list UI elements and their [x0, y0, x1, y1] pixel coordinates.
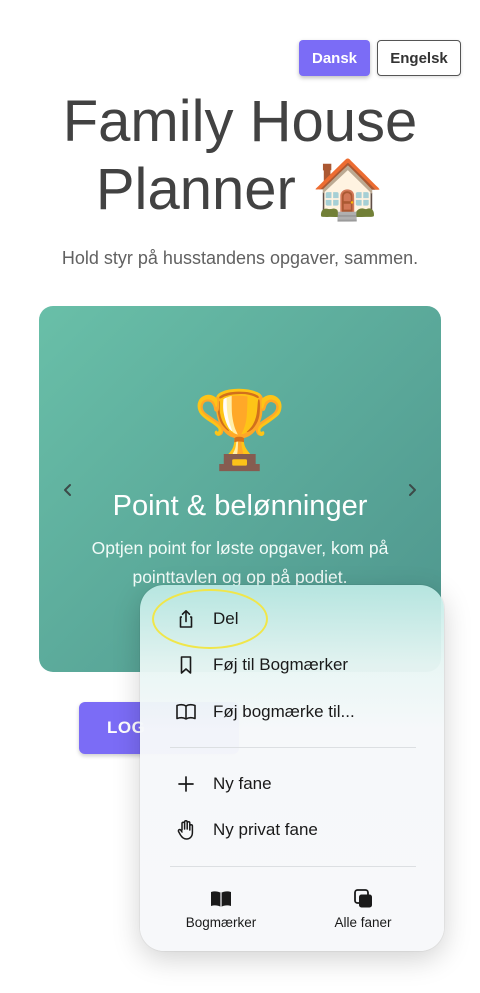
trophy-icon: 🏆 — [192, 388, 288, 473]
browser-context-menu: Del Føj til Bogmærker Føj bogmærke til..… — [140, 585, 444, 951]
page-title: Family House Planner 🏠 — [0, 88, 480, 224]
book-open-icon — [175, 701, 197, 723]
title-line-2: Planner 🏠 — [95, 157, 385, 222]
bookmark-icon — [175, 654, 197, 676]
menu-item-bookmark-to-label: Føj bogmærke til... — [213, 702, 355, 721]
menu-item-share[interactable]: Del — [140, 597, 444, 641]
plus-icon — [175, 773, 197, 795]
all-tabs-label: Alle faner — [334, 915, 392, 930]
menu-item-new-private-tab-label: Ny privat fane — [213, 820, 318, 839]
menu-item-add-bookmark[interactable]: Føj til Bogmærker — [140, 643, 444, 687]
language-button-engelsk[interactable]: Engelsk — [377, 40, 461, 76]
menu-item-share-label: Del — [213, 609, 239, 628]
menu-item-bookmark-to[interactable]: Føj bogmærke til... — [140, 690, 444, 734]
menu-item-new-tab[interactable]: Ny fane — [140, 762, 444, 806]
menu-item-new-tab-label: Ny fane — [213, 774, 272, 793]
menu-item-new-private-tab[interactable]: Ny privat fane — [140, 808, 444, 852]
bookmarks-icon — [166, 889, 276, 909]
carousel-heading: Point & belønninger — [112, 490, 368, 522]
menu-divider — [170, 747, 416, 748]
hand-icon — [175, 819, 197, 841]
tabs-icon — [308, 889, 418, 909]
all-tabs-button[interactable]: Alle faner — [308, 881, 418, 937]
bookmarks-tab-button[interactable]: Bogmærker — [166, 881, 276, 937]
menu-divider — [170, 866, 416, 867]
share-icon — [175, 608, 197, 630]
page-subtitle: Hold styr på husstandens opgaver, sammen… — [61, 248, 419, 268]
language-button-dansk[interactable]: Dansk — [299, 40, 370, 76]
carousel-description: Optjen point for løste opgaver, kom på p… — [91, 538, 389, 587]
bookmarks-tab-label: Bogmærker — [185, 915, 257, 930]
menu-item-add-bookmark-label: Føj til Bogmærker — [213, 655, 349, 674]
title-line-1: Family House — [62, 89, 418, 154]
